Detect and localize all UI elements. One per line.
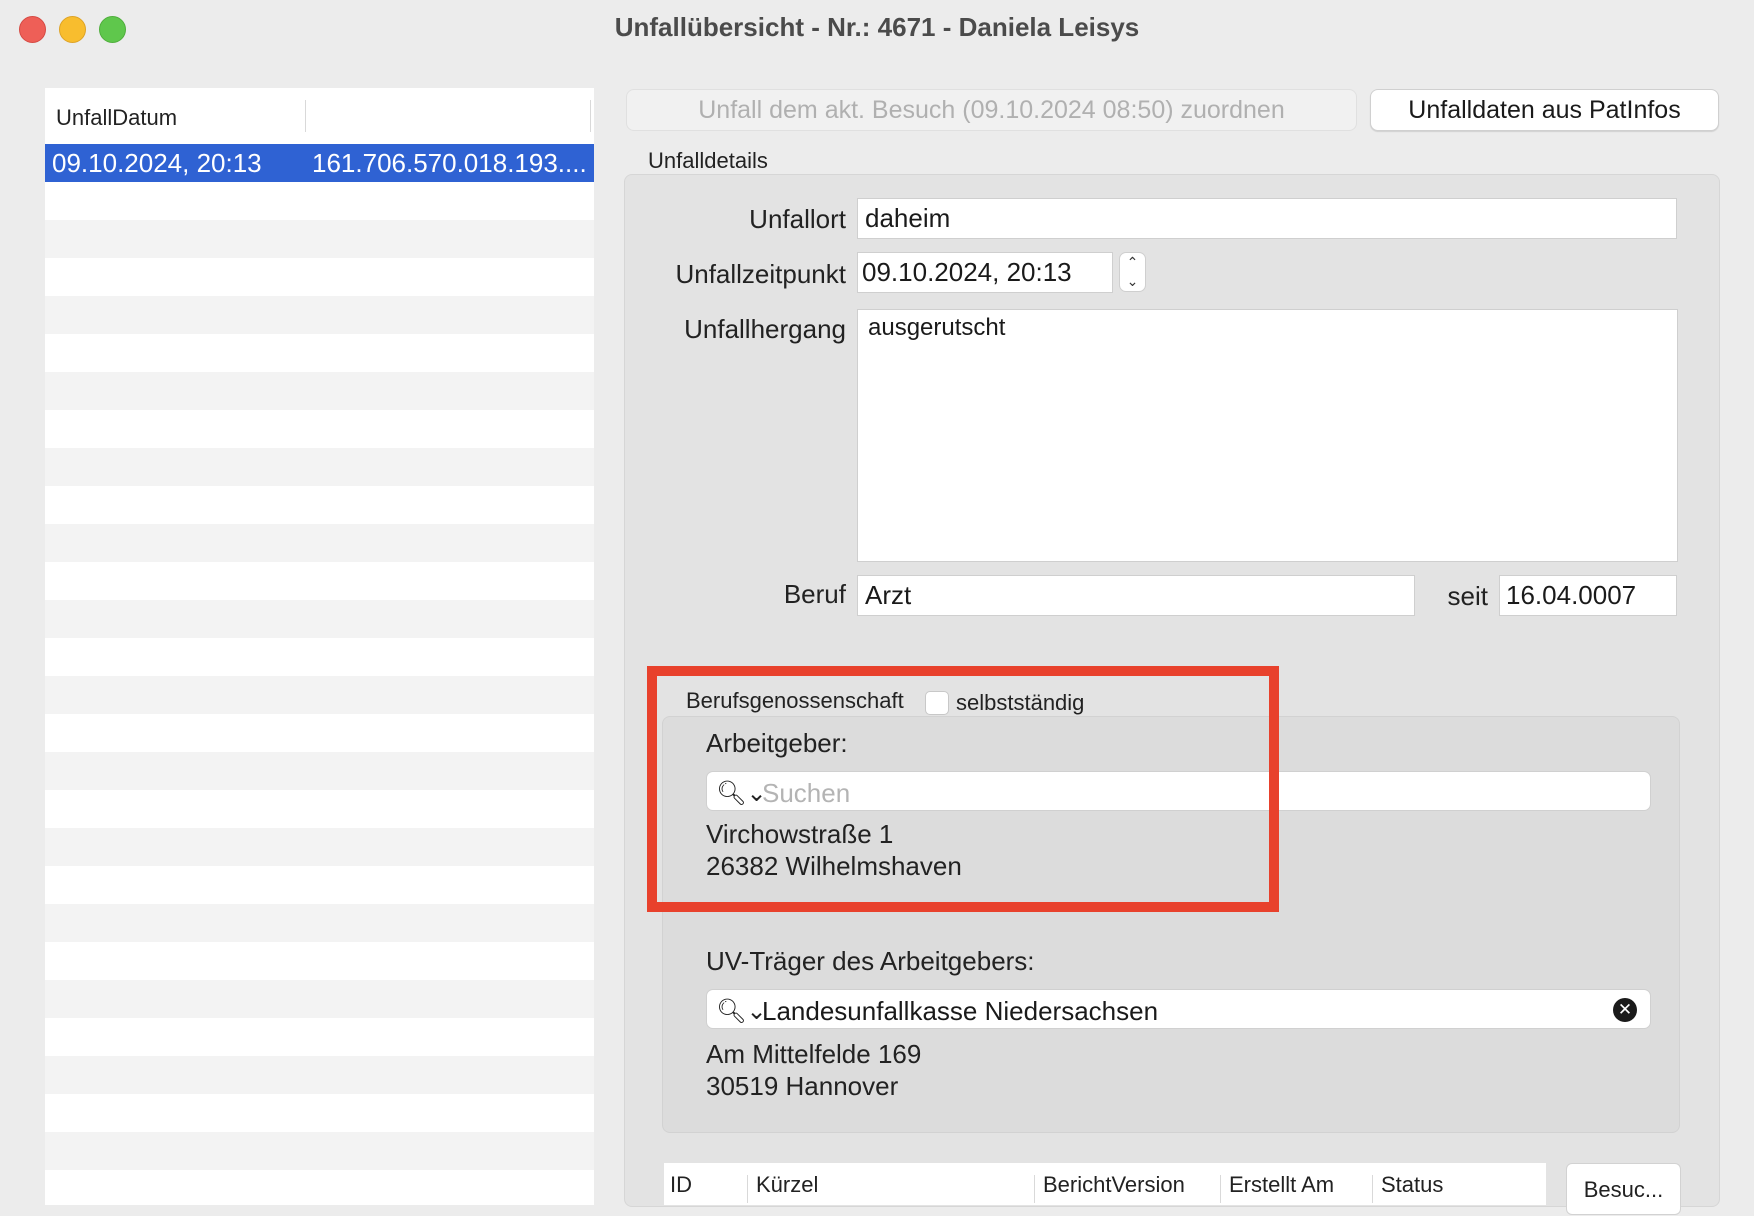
list-item[interactable]	[45, 1132, 594, 1170]
window-title: Unfallübersicht - Nr.: 4671 - Daniela Le…	[614, 12, 1140, 42]
chevron-down-icon[interactable]: ⌄	[1120, 272, 1145, 291]
uv-traeger-search-input[interactable]: 🔍︎⌄ Landesunfallkasse Niedersachsen ✕	[706, 989, 1651, 1029]
clear-icon[interactable]: ✕	[1613, 998, 1637, 1022]
list-item[interactable]	[45, 486, 594, 524]
column-header-berichtversion[interactable]: BerichtVersion	[1043, 1172, 1185, 1198]
highlight-annotation-box	[647, 666, 1279, 912]
details-section-label: Unfalldetails	[648, 148, 768, 173]
title-bar: Unfallübersicht - Nr.: 4671 - Daniela Le…	[0, 0, 1754, 56]
list-item[interactable]	[45, 182, 594, 220]
search-icon[interactable]: 🔍︎⌄	[716, 997, 767, 1026]
list-item[interactable]	[45, 372, 594, 410]
uv-traeger-city: 30519 Hannover	[706, 1071, 899, 1101]
unfallzeitpunkt-field[interactable]: 09.10.2024, 20:13	[857, 252, 1113, 293]
list-item[interactable]	[45, 638, 594, 676]
list-item[interactable]	[45, 980, 594, 1018]
accident-row-id: 161.706.570.018.193....	[312, 148, 587, 178]
besuch-button[interactable]: Besuc...	[1566, 1163, 1681, 1215]
unfallzeitpunkt-label: Unfallzeitpunkt	[675, 259, 846, 289]
list-item[interactable]	[45, 220, 594, 258]
column-header-status[interactable]: Status	[1381, 1172, 1443, 1198]
unfallort-field[interactable]: daheim	[857, 198, 1677, 239]
unfallhergang-textarea[interactable]: ausgerutscht	[857, 309, 1678, 562]
list-item[interactable]	[45, 942, 594, 980]
accident-row-selected[interactable]: 09.10.2024, 20:13 161.706.570.018.193...…	[45, 144, 594, 182]
accident-overview-window: Unfallübersicht - Nr.: 4671 - Daniela Le…	[0, 0, 1754, 1215]
list-item[interactable]	[45, 1170, 594, 1205]
column-header-erstellt-am[interactable]: Erstellt Am	[1229, 1172, 1334, 1198]
assign-to-visit-button[interactable]: Unfall dem akt. Besuch (09.10.2024 08:50…	[626, 89, 1357, 131]
list-item[interactable]	[45, 334, 594, 372]
column-separator[interactable]	[1372, 1175, 1373, 1203]
column-separator[interactable]	[590, 100, 591, 132]
list-item[interactable]	[45, 790, 594, 828]
column-header-kuerzel[interactable]: Kürzel	[756, 1172, 818, 1198]
uv-traeger-street: Am Mittelfelde 169	[706, 1039, 922, 1069]
uv-traeger-value: Landesunfallkasse Niedersachsen	[762, 996, 1159, 1026]
accident-list-table[interactable]: UnfallDatum 09.10.2024, 20:13 161.706.57…	[45, 88, 594, 1205]
chevron-up-icon[interactable]: ⌃	[1120, 253, 1145, 272]
list-item[interactable]	[45, 866, 594, 904]
list-item[interactable]	[45, 904, 594, 942]
uv-traeger-label: UV-Träger des Arbeitgebers:	[706, 946, 1035, 976]
column-separator[interactable]	[1220, 1175, 1221, 1203]
list-item[interactable]	[45, 676, 594, 714]
list-item[interactable]	[45, 600, 594, 638]
column-header-id[interactable]: ID	[670, 1172, 692, 1198]
list-item[interactable]	[45, 1094, 594, 1132]
seit-field[interactable]: 16.04.0007	[1499, 575, 1677, 616]
column-separator[interactable]	[1034, 1175, 1035, 1203]
column-header-unfalldatum[interactable]: UnfallDatum	[56, 105, 177, 131]
list-item[interactable]	[45, 1056, 594, 1094]
list-item[interactable]	[45, 258, 594, 296]
accident-list-rows: 09.10.2024, 20:13 161.706.570.018.193...…	[45, 144, 594, 1205]
column-separator[interactable]	[747, 1175, 748, 1203]
seit-label: seit	[1447, 581, 1488, 611]
list-item[interactable]	[45, 448, 594, 486]
list-item[interactable]	[45, 752, 594, 790]
list-item[interactable]	[45, 524, 594, 562]
accident-row-date: 09.10.2024, 20:13	[52, 148, 262, 178]
list-item[interactable]	[45, 714, 594, 752]
list-item[interactable]	[45, 410, 594, 448]
accident-data-from-patinfo-button[interactable]: Unfalldaten aus PatInfos	[1370, 89, 1719, 131]
column-separator[interactable]	[305, 100, 306, 132]
list-item[interactable]	[45, 828, 594, 866]
beruf-field[interactable]: Arzt	[857, 575, 1415, 616]
unfallhergang-label: Unfallhergang	[684, 314, 846, 344]
date-stepper[interactable]: ⌃ ⌄	[1119, 252, 1146, 292]
unfallort-label: Unfallort	[749, 204, 846, 234]
list-item[interactable]	[45, 1018, 594, 1056]
reports-table[interactable]: ID Kürzel BerichtVersion Erstellt Am Sta…	[664, 1163, 1546, 1205]
list-item[interactable]	[45, 562, 594, 600]
list-item[interactable]	[45, 296, 594, 334]
beruf-label: Beruf	[783, 579, 846, 609]
accident-list-header: UnfallDatum	[45, 88, 594, 145]
